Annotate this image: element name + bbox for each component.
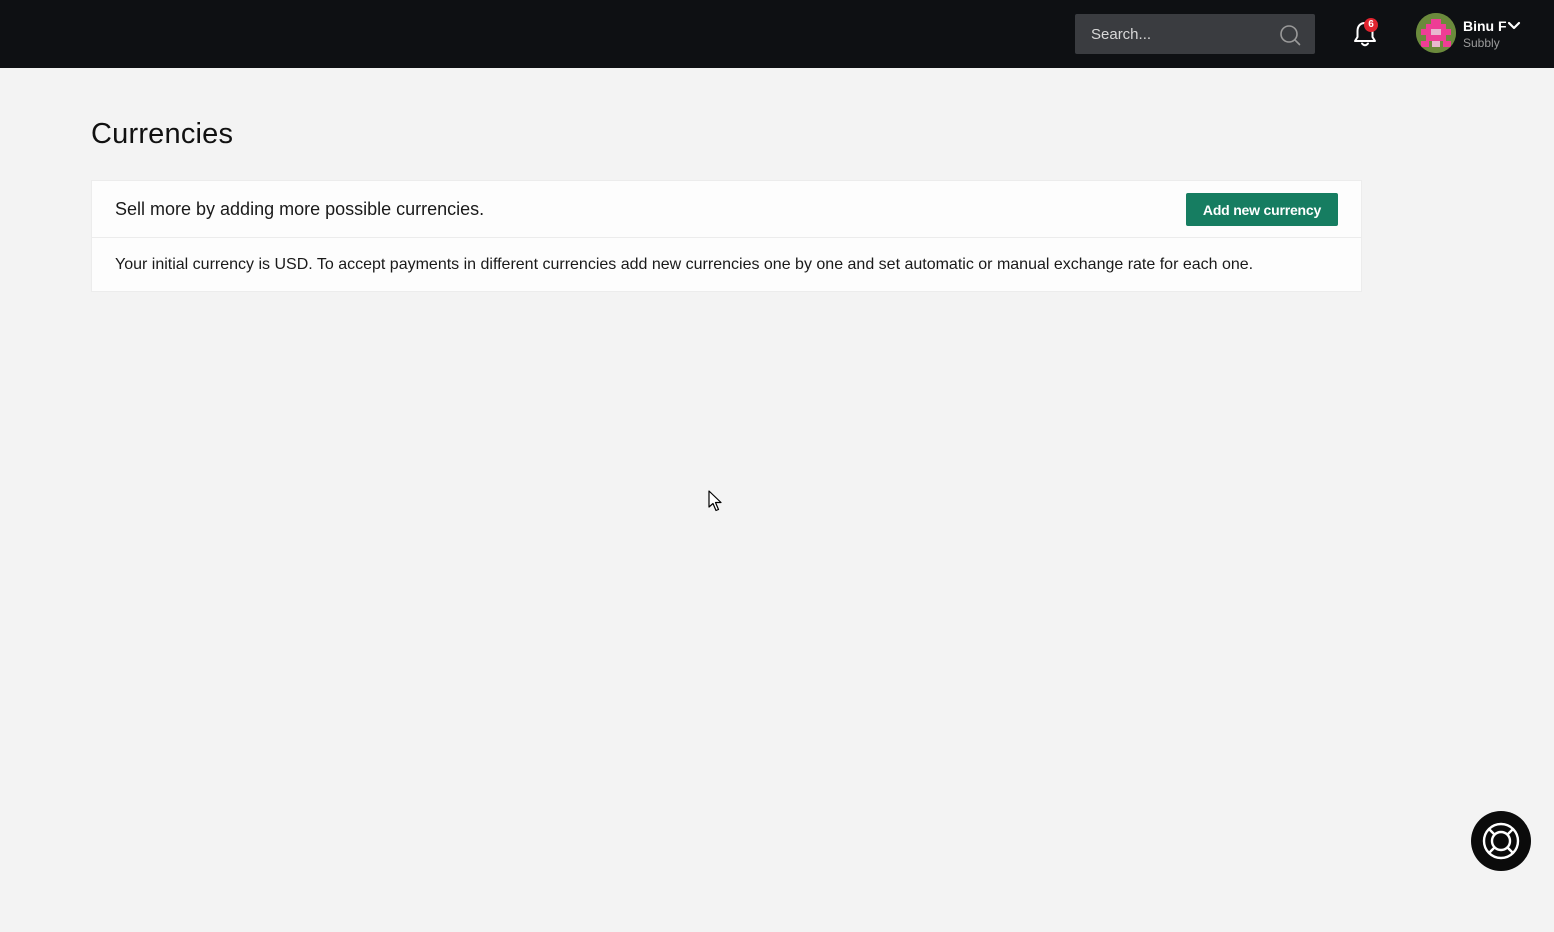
search-input[interactable] <box>1075 14 1275 54</box>
user-name[interactable]: Binu F <box>1463 18 1507 34</box>
avatar[interactable] <box>1416 13 1456 53</box>
lifebuoy-icon <box>1482 822 1520 860</box>
page-title: Currencies <box>91 118 234 150</box>
card-subtitle: Sell more by adding more possible curren… <box>115 199 485 219</box>
notifications-button[interactable]: 6 <box>1350 18 1380 50</box>
search-box[interactable] <box>1075 14 1315 54</box>
notification-count-badge: 6 <box>1364 18 1378 32</box>
avatar-pattern <box>1416 13 1456 53</box>
user-organization: Subbly <box>1463 36 1500 50</box>
user-menu[interactable]: Binu F Subbly <box>1416 12 1526 56</box>
chevron-down-icon[interactable] <box>1507 20 1521 32</box>
currencies-card: Sell more by adding more possible curren… <box>91 180 1362 292</box>
card-header: Sell more by adding more possible curren… <box>92 181 1361 238</box>
card-description: Your initial currency is USD. To accept … <box>115 256 1254 273</box>
add-new-currency-button[interactable]: Add new currency <box>1186 193 1338 226</box>
mouse-cursor <box>708 490 722 512</box>
search-icon[interactable] <box>1279 24 1301 46</box>
help-button[interactable] <box>1471 811 1531 871</box>
top-navbar: 6 Binu F Subbly <box>0 0 1554 68</box>
